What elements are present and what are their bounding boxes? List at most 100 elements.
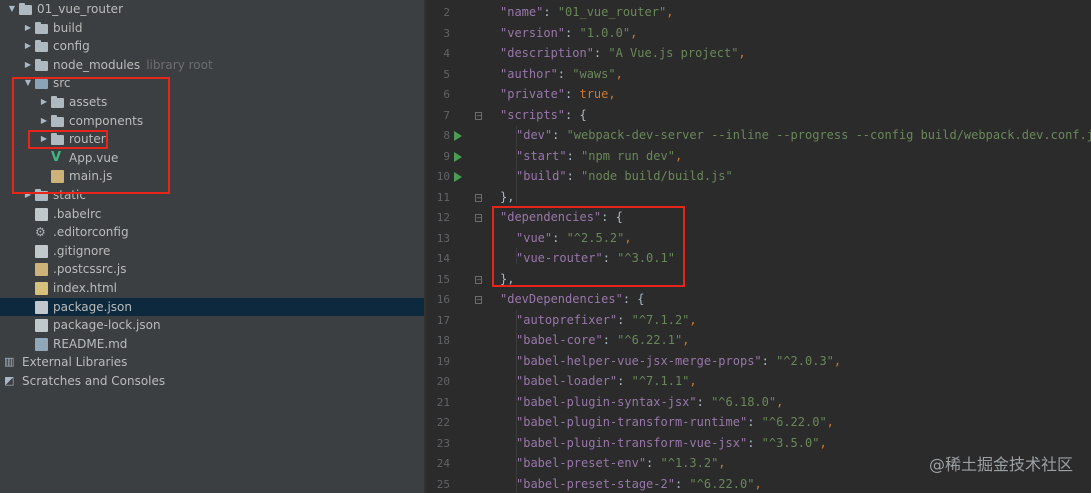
html-file-icon xyxy=(35,282,48,295)
folder-icon xyxy=(51,96,64,109)
tree-item-01-vue-router[interactable]: ▼ 01_vue_router xyxy=(0,0,424,19)
json-punctuation: : { xyxy=(601,210,623,224)
json-key: "babel-preset-stage-2" xyxy=(516,476,675,491)
json-string: "01_vue_router" xyxy=(557,5,667,19)
fold-open-icon[interactable]: − xyxy=(475,111,482,120)
json-key: "babel-core" xyxy=(516,333,603,347)
code-line: "version": "1.0.0", xyxy=(500,26,637,40)
json-punctuation: : xyxy=(552,128,567,142)
run-script-icon[interactable] xyxy=(454,131,462,141)
tree-item-build[interactable]: ▶ build xyxy=(0,19,424,38)
json-punctuation: : xyxy=(761,353,777,368)
js-file-icon xyxy=(51,170,64,184)
json-key: "author" xyxy=(500,66,558,81)
chevron-right-icon[interactable]: ▶ xyxy=(38,130,50,148)
chevron-right-icon[interactable]: ▶ xyxy=(22,186,34,204)
indent-guide xyxy=(516,248,517,264)
chevron-right-icon[interactable]: ▶ xyxy=(38,93,50,111)
json-key: "babel-plugin-transform-vue-jsx" xyxy=(516,435,748,450)
tree-item-package-json[interactable]: package.json xyxy=(0,297,424,317)
tree-item-label: src xyxy=(53,76,71,91)
library-root-hint: library root xyxy=(146,57,213,72)
tree-item-label: static xyxy=(53,188,86,202)
tree-item-scratches-and-consoles[interactable]: ◩ Scratches and Consoles xyxy=(0,372,424,391)
tree-item-config[interactable]: ▶ config xyxy=(0,37,424,56)
tree-item-assets[interactable]: ▶ assets xyxy=(0,93,424,112)
watermark: @稀土掘金技术社区 xyxy=(928,455,1073,474)
json-punctuation: , xyxy=(689,374,697,388)
markdown-file-icon xyxy=(35,337,48,351)
code-line: "build": "node build/build.js" xyxy=(516,169,733,183)
tree-item-label: index.html xyxy=(53,281,117,295)
run-script-icon[interactable] xyxy=(454,151,462,162)
chevron-right-icon[interactable]: ▶ xyxy=(22,19,34,37)
run-script-icon[interactable] xyxy=(454,172,462,182)
json-key: "dependencies" xyxy=(500,210,602,224)
tree-item-label: .gitignore xyxy=(53,243,111,258)
tree-item-label: .babelrc xyxy=(53,206,102,221)
line-number: 14 xyxy=(436,252,450,265)
code-line: "vue": "^2.5.2", xyxy=(516,231,632,245)
json-key: "scripts" xyxy=(500,107,566,122)
line-number: 19 xyxy=(436,354,450,368)
fold-open-icon[interactable]: − xyxy=(475,214,482,222)
json-string: "waws" xyxy=(572,66,616,81)
tree-item-label: External Libraries xyxy=(22,355,128,370)
line-number: 2 xyxy=(443,6,450,19)
code-editor[interactable]: 2 "name": "01_vue_router", 3 "version": "1.… xyxy=(426,0,1091,493)
tree-item-babelrc[interactable]: .babelrc xyxy=(0,205,424,224)
tree-item-static[interactable]: ▶ static xyxy=(0,186,424,205)
json-punctuation: }, xyxy=(500,189,515,204)
line-number: 10 xyxy=(436,170,450,183)
tree-item-label: .editorconfig xyxy=(53,225,129,240)
code-line: "babel-plugin-transform-runtime": "^6.22… xyxy=(516,415,834,429)
tree-item-gitignore[interactable]: .gitignore xyxy=(0,242,424,261)
fold-close-icon[interactable]: − xyxy=(475,275,482,284)
fold-open-icon[interactable]: − xyxy=(475,296,482,304)
line-number: 7 xyxy=(443,108,450,122)
json-string: "1.0.0" xyxy=(579,25,631,40)
code-line: "private": true, xyxy=(500,87,616,101)
json-punctuation: , xyxy=(826,415,834,429)
code-line: "babel-preset-env": "^1.3.2", xyxy=(516,456,726,470)
chevron-right-icon[interactable]: ▶ xyxy=(38,112,50,130)
tree-item-readme-md[interactable]: README.md xyxy=(0,335,424,354)
json-punctuation: : { xyxy=(622,292,645,306)
chevron-right-icon[interactable]: ▶ xyxy=(22,37,34,55)
json-string: "^6.22.0" xyxy=(689,476,755,491)
tree-item-main-js[interactable]: main.js xyxy=(0,167,424,186)
tree-item-editorconfig[interactable]: ⚙ .editorconfig xyxy=(0,223,424,242)
json-punctuation: : xyxy=(552,230,567,245)
chevron-right-icon[interactable]: ▶ xyxy=(22,56,34,74)
tree-item-postcssrc-js[interactable]: .postcssrc.js xyxy=(0,260,424,279)
tree-item-label: README.md xyxy=(53,336,128,351)
tree-item-package-lock-json[interactable]: package-lock.json xyxy=(0,316,424,335)
folder-icon xyxy=(19,3,32,16)
json-key: "name" xyxy=(500,5,544,19)
tree-item-src[interactable]: ▼ src xyxy=(0,74,424,93)
chevron-down-icon[interactable]: ▼ xyxy=(22,74,34,92)
json-punctuation: : xyxy=(617,374,632,388)
tree-item-external-libraries[interactable]: ▥ External Libraries xyxy=(0,353,424,372)
json-key: "autoprefixer" xyxy=(516,312,618,327)
json-punctuation: }, xyxy=(500,271,515,286)
json-punctuation: : { xyxy=(565,107,587,122)
tree-item-router[interactable]: ▶ router xyxy=(0,130,424,149)
fold-close-icon[interactable]: − xyxy=(475,193,482,202)
tree-item-label: Scratches and Consoles xyxy=(22,374,166,388)
chevron-down-icon[interactable]: ▼ xyxy=(6,0,18,18)
json-punctuation: : xyxy=(566,169,582,183)
tree-item-components[interactable]: ▶ components xyxy=(0,112,424,131)
json-punctuation: , xyxy=(666,5,674,19)
json-punctuation: , xyxy=(615,66,623,81)
tree-item-node-modules[interactable]: ▶ node_modules library root xyxy=(0,56,424,75)
json-string: "^7.1.2" xyxy=(631,312,690,327)
json-key: "build" xyxy=(516,169,567,183)
json-punctuation: : xyxy=(747,435,762,450)
code-line: "dev": "webpack-dev-server --inline --pr… xyxy=(516,128,1091,142)
tree-item-app-vue[interactable]: V App.vue xyxy=(0,149,424,168)
json-key: "start" xyxy=(516,148,567,163)
tree-item-index-html[interactable]: index.html xyxy=(0,279,424,298)
json-punctuation: , xyxy=(776,394,784,409)
json-string: "^3.5.0" xyxy=(761,435,820,450)
